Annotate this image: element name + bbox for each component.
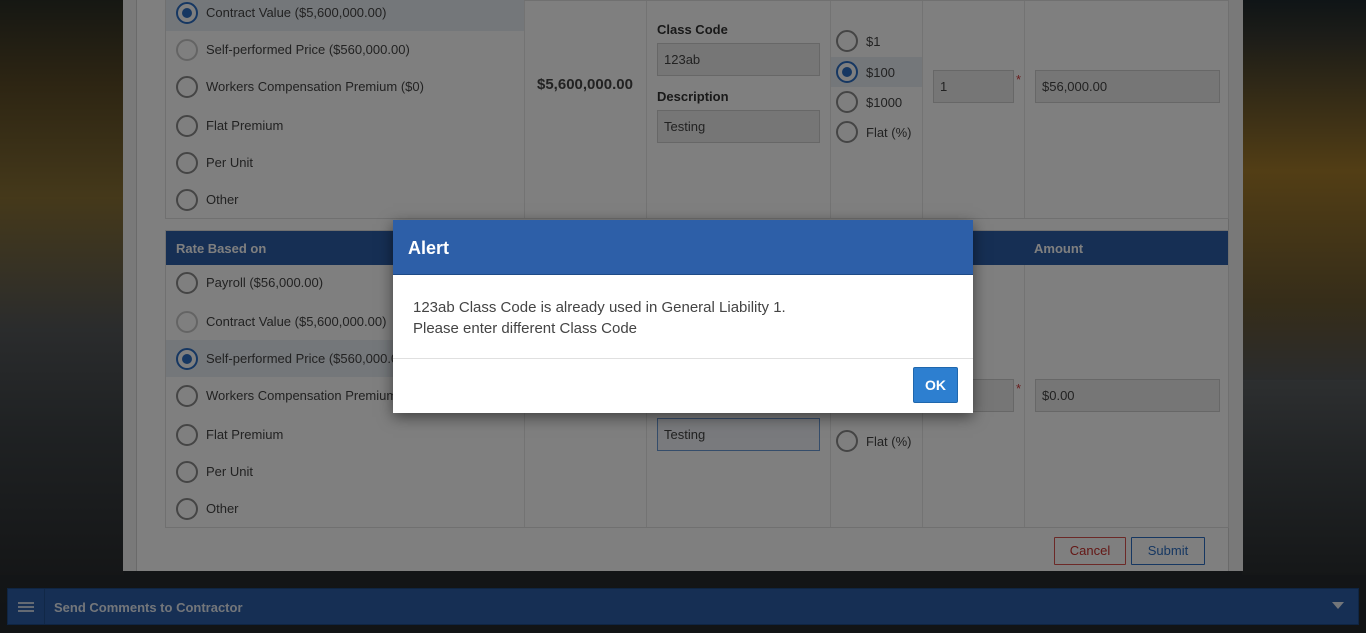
ok-button[interactable]: OK [913, 367, 958, 403]
alert-message-line1: 123ab Class Code is already used in Gene… [413, 299, 786, 316]
alert-body: 123ab Class Code is already used in Gene… [393, 275, 973, 359]
alert-title: Alert [393, 220, 973, 275]
alert-dialog: Alert 123ab Class Code is already used i… [393, 220, 973, 413]
alert-message-line2: Please enter different Class Code [413, 320, 638, 337]
alert-footer: OK [393, 359, 973, 412]
